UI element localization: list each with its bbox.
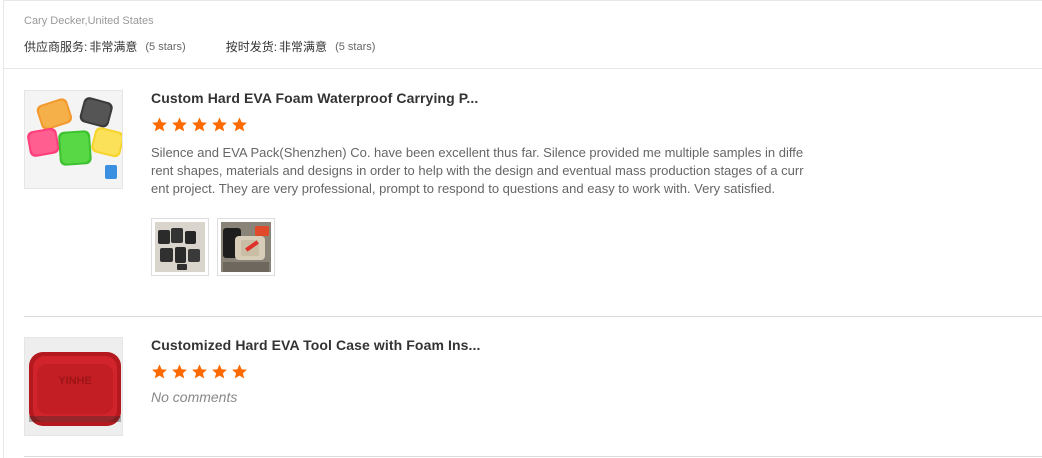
rating-stars xyxy=(151,116,811,134)
no-comments-text: No comments xyxy=(151,389,238,405)
review-content: Customized Hard EVA Tool Case with Foam … xyxy=(151,337,811,405)
rating-stars-text: (5 stars) xyxy=(145,40,186,53)
product-thumbnail[interactable]: YINHE xyxy=(24,337,123,436)
rating-value: 非常满意 xyxy=(89,40,138,54)
review-item: Custom Hard EVA Foam Waterproof Carrying… xyxy=(24,90,1024,300)
divider xyxy=(3,68,1042,69)
divider xyxy=(24,456,1042,457)
divider xyxy=(24,316,1042,317)
star-icon xyxy=(191,363,208,380)
review-photos xyxy=(151,218,811,276)
rating-stars-text: (5 stars) xyxy=(335,40,376,53)
product-title-link[interactable]: Customized Hard EVA Tool Case with Foam … xyxy=(151,337,811,353)
review-item: YINHE Customized Hard EVA Tool Case with… xyxy=(24,337,1024,447)
rating-value: 非常满意 xyxy=(279,40,328,54)
reviewer-header: Cary Decker,United States 供应商服务: 非常满意 (5… xyxy=(24,14,415,55)
svg-text:YINHE: YINHE xyxy=(58,375,92,387)
star-icon xyxy=(151,363,168,380)
rating-supplier-service: 供应商服务: 非常满意 (5 stars) xyxy=(24,38,186,55)
star-icon xyxy=(231,363,248,380)
product-title-link[interactable]: Custom Hard EVA Foam Waterproof Carrying… xyxy=(151,90,811,106)
review-photo-image xyxy=(221,222,271,272)
reviewer-name: Cary Decker,United States xyxy=(24,15,154,27)
star-icon xyxy=(231,116,248,133)
star-icon xyxy=(191,116,208,133)
star-icon xyxy=(211,363,228,380)
product-image: YINHE xyxy=(25,338,122,435)
product-image xyxy=(25,91,122,188)
review-photo-thumbnail[interactable] xyxy=(151,218,209,276)
rating-stars xyxy=(151,363,811,381)
star-icon xyxy=(211,116,228,133)
star-icon xyxy=(171,116,188,133)
rating-label: 按时发货: xyxy=(225,40,278,54)
star-icon xyxy=(171,363,188,380)
review-photo-thumbnail[interactable] xyxy=(217,218,275,276)
star-icon xyxy=(151,116,168,133)
rating-on-time-delivery: 按时发货: 非常满意 (5 stars) xyxy=(226,38,376,55)
supplier-ratings: 供应商服务: 非常满意 (5 stars) 按时发货: 非常满意 (5 star… xyxy=(24,38,415,55)
review-text: Silence and EVA Pack(Shenzhen) Co. have … xyxy=(151,145,804,196)
rating-label: 供应商服务: xyxy=(24,40,88,54)
product-thumbnail[interactable] xyxy=(24,90,123,189)
review-content: Custom Hard EVA Foam Waterproof Carrying… xyxy=(151,90,811,276)
review-photo-image xyxy=(155,222,205,272)
